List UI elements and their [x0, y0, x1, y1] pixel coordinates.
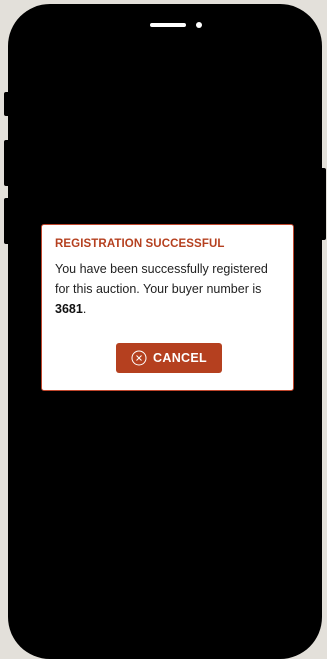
close-circle-icon [131, 350, 147, 366]
dialog-message-end: . [82, 302, 87, 316]
registration-success-dialog: REGISTRATION SUCCESSFUL You have been su… [41, 224, 294, 391]
dialog-title: REGISTRATION SUCCESSFUL [55, 238, 225, 250]
cancel-button-label: CANCEL [153, 351, 207, 365]
front-camera [196, 22, 202, 28]
cancel-button[interactable]: CANCEL [116, 343, 222, 373]
dialog-message-text: You have been successfully registered fo… [55, 262, 268, 296]
earpiece-speaker [150, 23, 186, 27]
buyer-number: 3681 [55, 302, 83, 316]
dialog-message: You have been successfully registered fo… [55, 259, 283, 319]
